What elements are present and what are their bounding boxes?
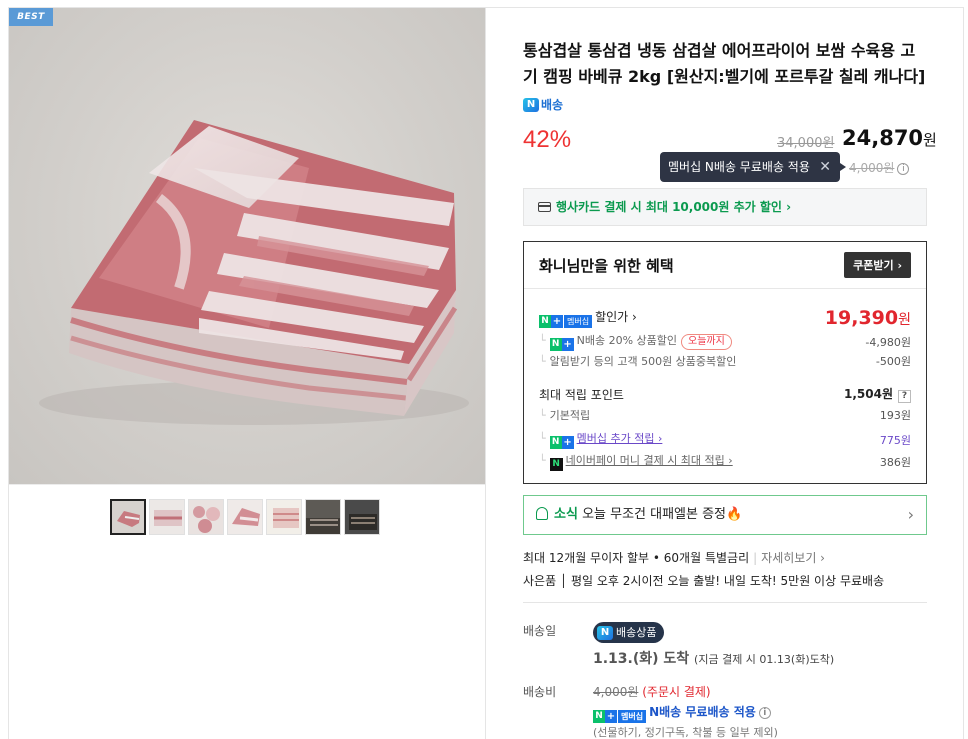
product-title: 통삼겹살 통삼겹 냉동 삼겹살 에어프라이어 보쌈 수육용 고기 캠핑 바베큐 …	[523, 38, 927, 118]
npay-points-link[interactable]: 네이버페이 머니 결제 시 최대 적립 ›	[566, 454, 733, 467]
news-text: 오늘 무조건 대패엘본 증정🔥	[582, 507, 743, 522]
basic-points-label: 기본적립	[549, 409, 591, 422]
n-delivery-discount-text: N배송 20% 상품할인	[576, 334, 678, 347]
naver-pay-money-icon: N	[549, 458, 563, 471]
discount-price-row: N + 멤버십 할인가 › 19,390원	[539, 307, 911, 329]
tooltip-text: 멤버십 N배송 무료배송 적용	[668, 160, 810, 174]
discount-price-label-wrap[interactable]: N + 멤버십 할인가 ›	[539, 308, 637, 328]
sale-price-value: 24,870	[842, 126, 924, 150]
sale-price-unit: 원	[923, 131, 937, 149]
thumbnail-strip	[110, 499, 380, 535]
column-divider	[485, 8, 486, 739]
thumbnail-2[interactable]	[149, 499, 185, 535]
original-price: 34,000원	[777, 136, 835, 151]
basic-points-row: └ 기본적립 193원	[539, 409, 911, 422]
alarm-discount-text: 알림받기 등의 고객 500원 상품중복할인	[549, 355, 737, 368]
pork-belly-image	[39, 120, 469, 425]
arrival-date: 1.13.(화) 도착 (지금 결제 시 01.13(화)도착)	[593, 648, 834, 668]
member-points-link[interactable]: 멤버십 추가 적립 ›	[577, 432, 663, 445]
naver-plus-icon: N +	[549, 436, 574, 449]
shipping-fee-summary: 4,000원 i	[849, 159, 910, 176]
arrival-note: (지금 결제 시 01.13(화)도착)	[694, 653, 835, 666]
benefit-title: 화니님만을 위한 혜택	[539, 256, 674, 275]
shipping-fee-note: (주문시 결제)	[642, 685, 711, 699]
npay-points-value: 386원	[879, 455, 911, 469]
discount-rate: 42%	[523, 126, 572, 153]
membership-tooltip: 멤버십 N배송 무료배송 적용 ✕	[660, 152, 846, 182]
member-points-value: 775원	[879, 433, 911, 447]
thumbnail-1[interactable]	[110, 499, 146, 535]
basic-points-value: 193원	[879, 409, 911, 422]
image-divider	[9, 484, 485, 485]
free-shipping: N + 멤버십 N배송 무료배송 적용 i	[593, 703, 771, 723]
n-delivery-discount-value: -4,980원	[865, 335, 911, 349]
main-product-image[interactable]: BEST	[9, 8, 485, 484]
naver-plus-icon: N +	[549, 338, 574, 351]
shipping-fee-label: 배송비	[523, 685, 557, 699]
n-delivery-badge: N 배송	[523, 92, 563, 118]
card-promo-banner[interactable]: 행사카드 결제 시 최대 10,000원 추가 할인 ›	[523, 188, 927, 226]
info-icon[interactable]: i	[897, 163, 910, 175]
shipping-fee-original: 4,000원	[593, 685, 639, 699]
installment-text: 최대 12개월 무이자 할부 • 60개월 특별금리	[523, 551, 750, 565]
section-divider	[523, 602, 927, 603]
benefit-box: 화니님만을 위한 혜택 쿠폰받기 › N + 멤버십 할인가 › 19,390원 └ N…	[523, 241, 927, 484]
chevron-right-icon: ›	[907, 505, 914, 524]
points-row: 최대 적립 포인트 1,504원?	[539, 385, 911, 403]
alarm-discount-row: └ 알림받기 등의 고객 500원 상품중복할인 -500원	[539, 355, 911, 368]
thumbnail-3[interactable]	[188, 499, 224, 535]
sale-price: 24,870원	[842, 126, 937, 150]
discount-price: 19,390원	[825, 307, 911, 329]
card-promo-text: 행사카드 결제 시 최대 10,000원 추가 할인 ›	[556, 200, 792, 214]
n-delivery-icon: N	[523, 98, 539, 112]
delivery-date-label: 배송일	[523, 624, 557, 638]
help-icon[interactable]: ?	[898, 390, 911, 403]
benefit-header: 화니님만을 위한 혜택 쿠폰받기 ›	[524, 242, 926, 289]
installment-more-link[interactable]: 자세히보기 ›	[761, 551, 825, 565]
thumbnail-7[interactable]	[344, 499, 380, 535]
naver-plus-membership-badge: N + 멤버십	[593, 710, 647, 723]
best-badge: BEST	[9, 8, 53, 26]
news-tag: 소식	[554, 507, 578, 522]
naver-plus-membership-badge: N + 멤버십	[539, 315, 593, 328]
bell-icon	[536, 507, 548, 520]
info-icon[interactable]: i	[758, 707, 771, 719]
thumbnail-6[interactable]	[305, 499, 341, 535]
today-only-tag: 오늘까지	[681, 334, 732, 350]
product-title-text: 통삼겹살 통삼겹 냉동 삼겹살 에어프라이어 보쌈 수육용 고기 캠핑 바베큐 …	[523, 41, 926, 86]
shipping-fee-strike: 4,000원	[849, 161, 895, 175]
n-delivery-discount-row: └ N + N배송 20% 상품할인 오늘까지 -4,980원	[539, 334, 911, 351]
discount-price-value: 19,390	[824, 307, 899, 329]
shipping-exclusion: (선물하기, 정기구독, 착불 등 일부 제외)	[593, 726, 778, 739]
points-value: 1,504원	[844, 387, 893, 401]
gift-info: 사은품 │ 평일 오후 2시이전 오늘 출발! 내일 도착! 5만원 이상 무료…	[523, 574, 885, 588]
n-delivery-label: 배송	[541, 98, 564, 112]
free-shipping-text: N배송 무료배송 적용	[649, 705, 756, 719]
installment-info: 최대 12개월 무이자 할부 • 60개월 특별금리 | 자세히보기 ›	[523, 551, 825, 565]
n-delivery-icon: N	[597, 625, 613, 640]
thumbnail-4[interactable]	[227, 499, 263, 535]
shipping-fee: 4,000원 (주문시 결제)	[593, 683, 711, 700]
n-delivery-pill-text: 배송상품	[616, 626, 657, 639]
points-label: 최대 적립 포인트	[539, 387, 624, 402]
member-points-row: └ N + 멤버십 추가 적립 › 775원	[539, 432, 911, 449]
coupon-button[interactable]: 쿠폰받기 ›	[844, 252, 911, 278]
discount-price-label: 할인가 ›	[595, 310, 637, 324]
discount-price-unit: 원	[898, 312, 911, 328]
credit-card-icon	[538, 202, 551, 212]
arrival-date-text: 1.13.(화) 도착	[593, 651, 690, 667]
close-icon[interactable]: ✕	[819, 152, 831, 182]
npay-points-row: └ N 네이버페이 머니 결제 시 최대 적립 › 386원	[539, 454, 911, 471]
alarm-discount-value: -500원	[875, 355, 911, 368]
news-banner[interactable]: 소식 오늘 무조건 대패엘본 증정🔥 ›	[523, 495, 927, 535]
n-delivery-pill: N 배송상품	[593, 622, 665, 643]
thumbnail-5[interactable]	[266, 499, 302, 535]
